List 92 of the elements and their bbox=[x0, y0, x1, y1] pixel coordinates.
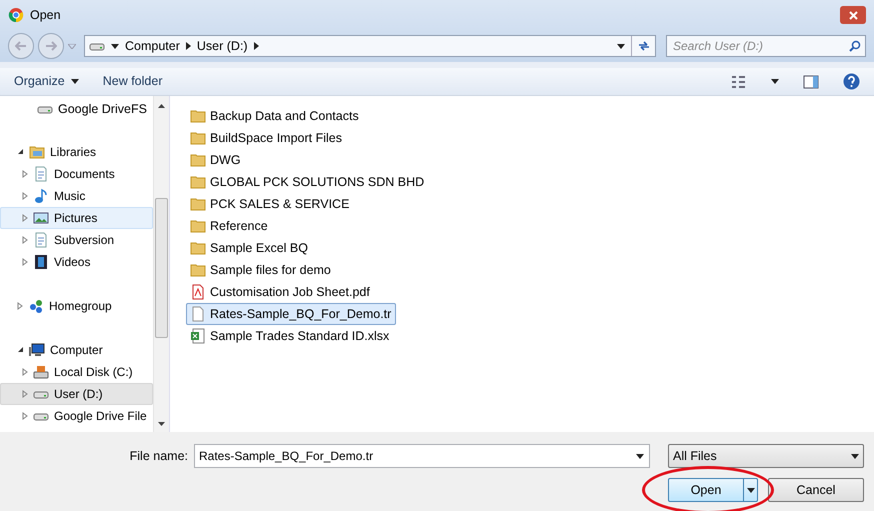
history-dropdown-icon bbox=[617, 44, 625, 48]
file-type-dropdown[interactable]: All Files bbox=[668, 444, 864, 468]
document-icon bbox=[33, 232, 49, 248]
app-logo-icon bbox=[8, 7, 24, 23]
folder-icon bbox=[190, 240, 206, 256]
file-name-label: File name: bbox=[130, 448, 188, 465]
breadcrumb-arrow-icon[interactable] bbox=[186, 42, 191, 50]
scroll-up-arrow-icon[interactable] bbox=[158, 104, 165, 108]
folder-icon bbox=[190, 196, 206, 212]
search-field[interactable]: Search User (D:) bbox=[666, 35, 866, 57]
dropdown-arrow-icon bbox=[636, 454, 644, 459]
organize-button[interactable]: Organize bbox=[14, 72, 79, 91]
address-bar[interactable]: Computer User (D:) bbox=[84, 35, 656, 57]
collapse-arrow-icon[interactable] bbox=[17, 148, 24, 156]
tree-item[interactable]: Homegroup bbox=[0, 294, 153, 317]
expand-arrow-icon[interactable] bbox=[22, 236, 28, 244]
close-icon bbox=[848, 10, 858, 20]
pdf-icon bbox=[190, 284, 206, 300]
tree-item[interactable]: Google Drive File bbox=[0, 404, 153, 427]
file-item[interactable]: Reference bbox=[186, 215, 273, 237]
folder-icon bbox=[190, 262, 206, 278]
tree-item[interactable]: Google DriveFS bbox=[0, 100, 153, 119]
film-icon bbox=[33, 254, 49, 270]
document-icon bbox=[33, 166, 49, 182]
breadcrumb-item[interactable]: Computer bbox=[125, 36, 180, 56]
tree-item[interactable]: Subversion bbox=[0, 228, 153, 251]
refresh-icon bbox=[636, 40, 650, 52]
system-disk-icon bbox=[33, 364, 49, 380]
scrollbar-thumb[interactable] bbox=[155, 198, 168, 338]
dropdown-arrow-icon[interactable] bbox=[68, 44, 76, 48]
spreadsheet-icon bbox=[190, 328, 206, 344]
forward-button[interactable] bbox=[38, 33, 64, 59]
caret-icon bbox=[70, 79, 79, 84]
homegroup-icon bbox=[28, 298, 44, 314]
document-icon bbox=[190, 306, 206, 322]
search-icon bbox=[849, 40, 861, 52]
file-item[interactable]: BuildSpace Import Files bbox=[186, 127, 348, 149]
back-button[interactable] bbox=[8, 33, 34, 59]
expand-arrow-icon[interactable] bbox=[22, 390, 28, 398]
breadcrumb-item[interactable]: User (D:) bbox=[196, 36, 248, 56]
view-options-icon[interactable] bbox=[731, 74, 747, 88]
tree-item[interactable]: Libraries bbox=[0, 140, 153, 163]
folder-icon bbox=[190, 108, 206, 124]
scrollbar[interactable] bbox=[153, 96, 169, 432]
preview-pane-icon[interactable] bbox=[803, 74, 819, 88]
expand-arrow-icon[interactable] bbox=[22, 214, 28, 222]
music-note-icon bbox=[33, 188, 49, 204]
caret-icon bbox=[851, 454, 859, 458]
file-item[interactable]: Sample Excel BQ bbox=[186, 237, 313, 259]
expand-arrow-icon[interactable] bbox=[22, 412, 28, 420]
computer-icon bbox=[29, 342, 45, 358]
cancel-button[interactable]: Cancel bbox=[768, 478, 864, 502]
file-item[interactable]: Sample files for demo bbox=[186, 259, 336, 281]
tree-item[interactable]: Local Disk (C:) bbox=[0, 360, 153, 383]
file-item[interactable]: Backup Data and Contacts bbox=[186, 105, 364, 127]
collapse-arrow-icon[interactable] bbox=[17, 346, 24, 354]
tree-item[interactable]: Pictures bbox=[0, 206, 153, 229]
scroll-down-arrow-icon[interactable] bbox=[158, 422, 165, 426]
tree-item[interactable]: Computer bbox=[0, 338, 153, 361]
folder-icon bbox=[190, 152, 206, 168]
expand-arrow-icon[interactable] bbox=[22, 170, 28, 178]
tree-item[interactable]: User (D:) bbox=[0, 382, 153, 405]
back-arrow-icon bbox=[15, 41, 27, 51]
expand-arrow-icon[interactable] bbox=[22, 368, 28, 376]
expand-arrow-icon[interactable] bbox=[22, 258, 28, 266]
file-item[interactable]: GLOBAL PCK SOLUTIONS SDN BHD bbox=[186, 171, 430, 193]
file-item[interactable]: DWG bbox=[186, 149, 246, 171]
file-item[interactable]: PCK SALES & SERVICE bbox=[186, 193, 354, 215]
tree-item[interactable]: Documents bbox=[0, 162, 153, 185]
breadcrumb-arrow-icon bbox=[111, 44, 119, 48]
close-button[interactable] bbox=[840, 6, 866, 24]
folder-icon bbox=[190, 130, 206, 146]
folder-icon bbox=[190, 174, 206, 190]
help-icon[interactable] bbox=[843, 73, 860, 90]
file-name-field[interactable]: Rates-Sample_BQ_For_Demo.tr bbox=[194, 444, 650, 468]
file-item[interactable]: Customisation Job Sheet.pdf bbox=[186, 281, 375, 303]
file-item[interactable]: Rates-Sample_BQ_For_Demo.tr bbox=[186, 303, 396, 325]
forward-arrow-icon bbox=[45, 41, 57, 51]
split-arrow-icon bbox=[746, 488, 754, 492]
picture-icon bbox=[33, 210, 49, 226]
file-item[interactable]: Sample Trades Standard ID.xlsx bbox=[186, 325, 394, 347]
open-button[interactable]: Open bbox=[668, 478, 758, 502]
window-title: Open bbox=[30, 6, 61, 24]
tree-item[interactable]: Videos bbox=[0, 250, 153, 273]
folder-icon bbox=[190, 218, 206, 234]
new-folder-button[interactable]: New folder bbox=[102, 72, 162, 91]
breadcrumb-arrow-icon[interactable] bbox=[254, 42, 259, 50]
view-dropdown-icon bbox=[771, 79, 779, 84]
expand-arrow-icon[interactable] bbox=[22, 192, 28, 200]
expand-arrow-icon[interactable] bbox=[17, 302, 23, 310]
tree-item[interactable]: Music bbox=[0, 184, 153, 207]
library-icon bbox=[29, 144, 45, 160]
